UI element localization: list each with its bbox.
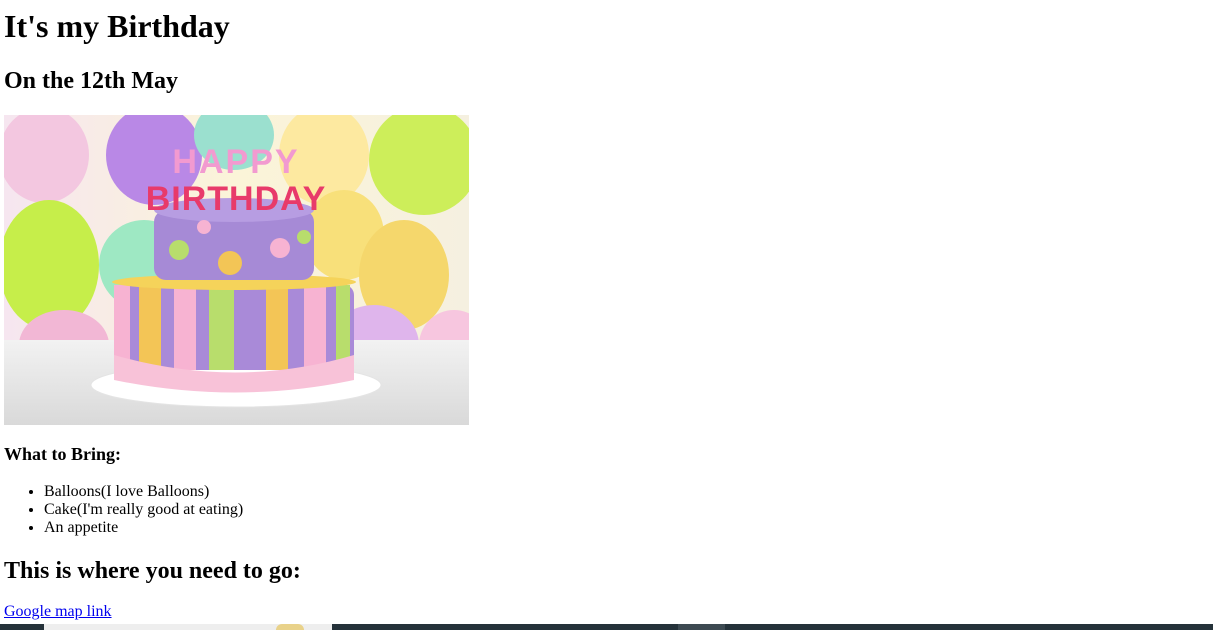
bring-heading: What to Bring: (4, 444, 121, 464)
google-map-link[interactable]: Google map link (4, 603, 112, 621)
birthday-cake-image: HAPPY BIRTHDAY (4, 115, 469, 425)
page-title: It's my Birthday (4, 8, 230, 44)
where-heading: This is where you need to go: (4, 558, 301, 584)
page-subtitle: On the 12th May (4, 68, 178, 94)
taskbar-segment (678, 624, 725, 630)
bottom-taskbar-strip (0, 624, 1213, 630)
list-item: An appetite (44, 519, 469, 537)
list-item: Cake(I'm really good at eating) (44, 501, 469, 519)
candle-text-happy: HAPPY (172, 143, 299, 181)
candle-text-birthday: BIRTHDAY (146, 180, 327, 218)
page-content: It's my Birthday On the 12th May HAPPY B… (4, 0, 469, 621)
list-item: Balloons(I love Balloons) (44, 483, 469, 501)
cake-illustration: HAPPY BIRTHDAY (4, 115, 469, 425)
taskbar-icon (276, 624, 304, 630)
bring-list: Balloons(I love Balloons) Cake(I'm reall… (4, 483, 469, 537)
